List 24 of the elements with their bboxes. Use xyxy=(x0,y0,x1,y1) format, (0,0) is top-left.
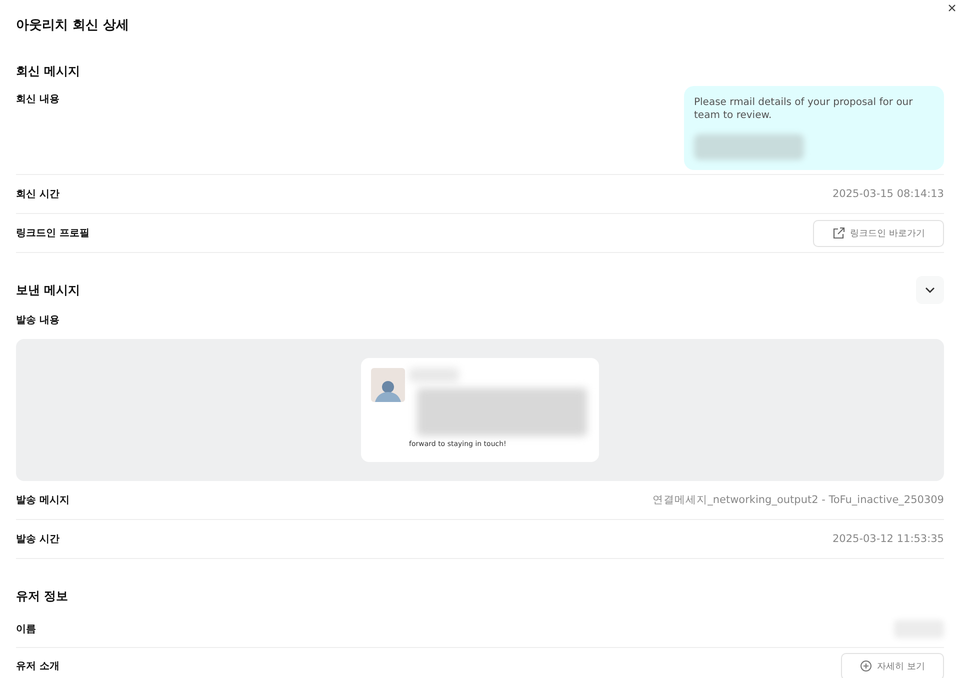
collapse-toggle[interactable] xyxy=(916,276,944,304)
field-value: 연결메세지_networking_output2 - ToFu_inactive_250309 xyxy=(652,493,944,507)
link-button[interactable]: 링크드인 바로가기 xyxy=(813,220,944,246)
field-label: 발송 메시지 xyxy=(16,494,70,507)
plus-circle-icon xyxy=(860,660,872,672)
external-link-icon xyxy=(832,226,846,240)
field-label: 발송 내용 xyxy=(16,314,60,327)
section-title: 보낸 메시지 xyxy=(16,282,80,298)
field-label: 이름 xyxy=(16,623,36,636)
dialog-title: 아웃리치 회신 상세 xyxy=(16,17,130,34)
field-label: 발송 시간 xyxy=(16,533,60,546)
chevron-icon xyxy=(925,287,935,293)
link-button[interactable]: 자세히 보기 xyxy=(841,652,944,678)
field-label: 링크드인 프로필 xyxy=(16,227,90,240)
field-value: 2025-03-15 08:14:13 xyxy=(832,188,944,200)
section-title: 회신 메시지 xyxy=(16,62,80,80)
field-label: 회신 내용 xyxy=(16,93,60,106)
close-icon[interactable] xyxy=(946,2,958,14)
field-label: 유저 소개 xyxy=(16,660,60,673)
reply-text: Please rmail details of your proposal for our team to review. xyxy=(694,96,914,122)
section-title: 유저 정보 xyxy=(16,588,68,604)
field-value: 2025-03-12 11:53:35 xyxy=(832,533,944,545)
field-label: 회신 시간 xyxy=(16,188,60,201)
avatar-icon xyxy=(371,368,405,402)
